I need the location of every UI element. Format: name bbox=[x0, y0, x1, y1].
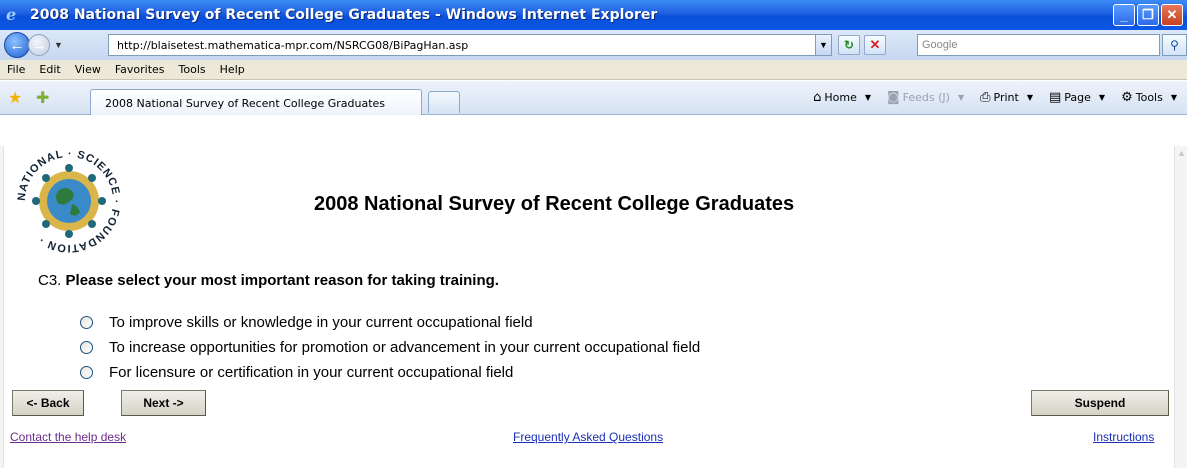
option-label[interactable]: For licensure or certification in your c… bbox=[109, 364, 513, 381]
chevron-down-icon[interactable]: ▼ bbox=[1027, 93, 1033, 102]
menu-edit[interactable]: Edit bbox=[32, 63, 67, 76]
feed-icon: ◙ bbox=[887, 90, 900, 105]
ie-icon: e bbox=[6, 5, 17, 24]
address-dropdown-icon[interactable]: ▼ bbox=[816, 34, 832, 56]
home-button[interactable]: ⌂ Home ▼ bbox=[813, 90, 871, 105]
tab-bar: ★ ✚ 2008 National Survey of Recent Colle… bbox=[0, 81, 1187, 115]
gear-icon: ⚙ bbox=[1121, 90, 1133, 105]
chevron-down-icon[interactable]: ▼ bbox=[865, 93, 871, 102]
chevron-down-icon[interactable]: ▼ bbox=[1171, 93, 1177, 102]
menu-view[interactable]: View bbox=[68, 63, 108, 76]
new-tab-button[interactable] bbox=[428, 91, 460, 113]
menu-bar: File Edit View Favorites Tools Help bbox=[0, 60, 1187, 80]
page-button[interactable]: ▤ Page ▼ bbox=[1049, 90, 1105, 105]
back-button[interactable]: <- Back bbox=[12, 390, 84, 416]
window-titlebar: e 2008 National Survey of Recent College… bbox=[0, 0, 1187, 30]
menu-favorites[interactable]: Favorites bbox=[108, 63, 172, 76]
faq-link[interactable]: Frequently Asked Questions bbox=[513, 430, 663, 444]
chevron-down-icon[interactable]: ▼ bbox=[1099, 93, 1105, 102]
printer-icon: ⎙ bbox=[980, 90, 991, 105]
menu-help[interactable]: Help bbox=[213, 63, 252, 76]
suspend-button[interactable]: Suspend bbox=[1031, 390, 1169, 416]
forward-arrow-icon[interactable]: → bbox=[28, 34, 50, 56]
nsf-logo: NATIONAL · SCIENCE · FOUNDATION · bbox=[16, 148, 121, 254]
option-row[interactable]: For licensure or certification in your c… bbox=[80, 360, 700, 385]
add-favorite-icon[interactable]: ✚ bbox=[36, 88, 49, 108]
window-controls: _ ❐ ✕ bbox=[1113, 4, 1183, 26]
menu-tools[interactable]: Tools bbox=[172, 63, 213, 76]
command-bar: ⌂ Home ▼ ◙ Feeds (J) ▼ ⎙ Print ▼ ▤ Page … bbox=[797, 90, 1177, 105]
page-content: NATIONAL · SCIENCE · FOUNDATION · 2008 N… bbox=[4, 146, 1169, 468]
radio-button[interactable] bbox=[80, 316, 93, 329]
feeds-label: Feeds (J) bbox=[902, 91, 950, 104]
favorites-star-icon[interactable]: ★ bbox=[8, 88, 22, 108]
tools-button[interactable]: ⚙ Tools ▼ bbox=[1121, 90, 1177, 105]
radio-button[interactable] bbox=[80, 366, 93, 379]
help-desk-link[interactable]: Contact the help desk bbox=[10, 430, 126, 444]
tools-label: Tools bbox=[1135, 91, 1163, 104]
instructions-link[interactable]: Instructions bbox=[1093, 430, 1154, 444]
question-number: C3. bbox=[38, 272, 62, 289]
search-icon[interactable]: ⚲ bbox=[1162, 34, 1187, 56]
tab-current[interactable]: 2008 National Survey of Recent College G… bbox=[90, 89, 422, 115]
page-label: Page bbox=[1064, 91, 1091, 104]
address-toolbar: ← → ▼ http://blaisetest.mathematica-mpr.… bbox=[0, 30, 1187, 60]
radio-button[interactable] bbox=[80, 341, 93, 354]
question-text: Please select your most important reason… bbox=[65, 272, 499, 289]
option-label[interactable]: To increase opportunities for promotion … bbox=[109, 339, 700, 356]
print-button[interactable]: ⎙ Print ▼ bbox=[980, 90, 1033, 105]
history-dropdown-icon[interactable]: ▼ bbox=[54, 40, 66, 50]
search-input[interactable]: Google bbox=[917, 34, 1160, 56]
option-row[interactable]: To increase opportunities for promotion … bbox=[80, 335, 700, 360]
page-icon: ▤ bbox=[1048, 90, 1062, 105]
home-label: Home bbox=[824, 91, 857, 104]
stop-icon[interactable]: ✕ bbox=[864, 35, 886, 55]
minimize-icon[interactable]: _ bbox=[1113, 4, 1135, 26]
scroll-up-icon[interactable]: ▲ bbox=[1177, 148, 1186, 158]
option-row[interactable]: To improve skills or knowledge in your c… bbox=[80, 310, 700, 335]
feeds-button[interactable]: ◙ Feeds (J) ▼ bbox=[887, 90, 964, 105]
next-button[interactable]: Next -> bbox=[121, 390, 206, 416]
chevron-down-icon[interactable]: ▼ bbox=[958, 93, 964, 102]
option-label[interactable]: To improve skills or knowledge in your c… bbox=[109, 314, 533, 331]
refresh-icon[interactable]: ↻ bbox=[838, 35, 860, 55]
question: C3. Please select your most important re… bbox=[38, 272, 499, 289]
close-icon[interactable]: ✕ bbox=[1161, 4, 1183, 26]
answer-options: To improve skills or knowledge in your c… bbox=[80, 310, 700, 385]
restore-icon[interactable]: ❐ bbox=[1137, 4, 1159, 26]
print-label: Print bbox=[993, 91, 1019, 104]
address-input[interactable]: http://blaisetest.mathematica-mpr.com/NS… bbox=[108, 34, 816, 56]
home-icon: ⌂ bbox=[813, 90, 822, 105]
page-title: 2008 National Survey of Recent College G… bbox=[314, 193, 795, 215]
vertical-scrollbar[interactable]: ▲ bbox=[1174, 146, 1187, 468]
back-arrow-icon[interactable]: ← bbox=[4, 32, 30, 58]
menu-file[interactable]: File bbox=[0, 63, 32, 76]
window-title: 2008 National Survey of Recent College G… bbox=[30, 7, 658, 23]
